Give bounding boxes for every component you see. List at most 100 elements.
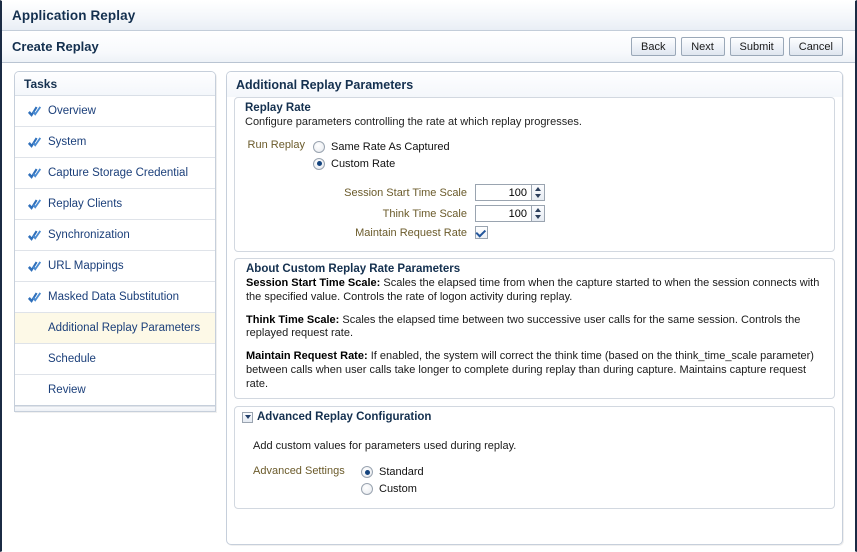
about-paragraph: Maintain Request Rate: If enabled, the s… — [246, 350, 823, 391]
maintain-request-rate-checkbox[interactable] — [475, 226, 488, 239]
chevron-up-icon[interactable] — [532, 206, 544, 214]
tasks-panel: Tasks Overview System Capture Storage Cred… — [14, 71, 216, 412]
advanced-section-title: Advanced Replay Configuration — [257, 411, 432, 424]
sidebar-item-review[interactable]: Review — [15, 375, 215, 406]
app-title-bar: Application Replay — [2, 1, 855, 31]
replay-rate-form: Run Replay Same Rate As Captured Custom R… — [235, 132, 834, 251]
chevron-down-icon[interactable] — [532, 193, 544, 201]
session-start-time-scale-input[interactable] — [475, 184, 532, 201]
submit-button[interactable]: Submit — [729, 37, 784, 56]
back-button[interactable]: Back — [631, 37, 676, 56]
about-paragraph-term: Maintain Request Rate: — [246, 350, 368, 362]
about-paragraph: Session Start Time Scale: Scales the ela… — [246, 277, 823, 305]
main-panel-body: Replay Rate Configure parameters control… — [227, 97, 842, 544]
session-start-time-scale-stepper[interactable] — [475, 184, 545, 201]
replay-rate-section: Replay Rate Configure parameters control… — [234, 97, 835, 252]
advanced-settings-option-custom[interactable]: Custom — [361, 481, 424, 498]
maintain-request-rate-label: Maintain Request Rate — [355, 226, 467, 239]
scale-fields: Session Start Time Scale Think Time Scale… — [245, 184, 824, 239]
advanced-settings-row: Advanced Settings Standard Custom — [253, 464, 834, 498]
sidebar-item-schedule[interactable]: Schedule — [15, 344, 215, 375]
sidebar-item-system[interactable]: System — [15, 127, 215, 158]
sidebar-item-additional-replay-parameters[interactable]: Additional Replay Parameters — [15, 313, 215, 344]
tasks-panel-footer — [15, 406, 215, 411]
think-time-scale-input[interactable] — [475, 205, 532, 222]
application-window: Application Replay Create Replay Back Nex… — [0, 0, 857, 552]
main-panel-title: Additional Replay Parameters — [236, 77, 414, 92]
page-title-bar: Create Replay Back Next Submit Cancel — [2, 31, 855, 63]
sidebar-item-label: Overview — [48, 105, 96, 117]
radio-button-icon[interactable] — [361, 466, 373, 479]
content-area: Tasks Overview System Capture Storage Cred… — [2, 63, 855, 552]
sidebar-item-url-mappings[interactable]: URL Mappings — [15, 251, 215, 282]
sidebar-item-label: System — [48, 136, 87, 148]
radio-button-icon[interactable] — [361, 483, 373, 496]
about-paragraph: Think Time Scale: Scales the elapsed tim… — [246, 314, 823, 342]
checkmark-icon — [27, 105, 42, 118]
replay-rate-title: Replay Rate — [245, 102, 311, 114]
run-replay-option-same-rate-as-captured[interactable]: Same Rate As Captured — [313, 138, 450, 155]
think-time-scale-label: Think Time Scale — [382, 207, 467, 220]
checkmark-icon — [27, 167, 42, 180]
sidebar-item-masked-data-substitution[interactable]: Masked Data Substitution — [15, 282, 215, 313]
think-time-scale-row: Think Time Scale — [245, 205, 824, 222]
sidebar-item-label: Capture Storage Credential — [48, 167, 188, 179]
run-replay-row: Run Replay Same Rate As Captured Custom R… — [245, 138, 824, 172]
sidebar-item-label: Synchronization — [48, 229, 130, 241]
checkmark-icon — [27, 291, 42, 304]
run-replay-label: Run Replay — [247, 139, 305, 151]
sidebar-item-capture-storage-credential[interactable]: Capture Storage Credential — [15, 158, 215, 189]
session-start-time-scale-label: Session Start Time Scale — [344, 186, 467, 199]
chevron-down-icon[interactable] — [242, 411, 253, 423]
radio-button-icon[interactable] — [313, 157, 325, 170]
advanced-settings-label: Advanced Settings — [253, 464, 345, 477]
advanced-settings-radio-group: Standard Custom — [361, 464, 424, 498]
sidebar-item-overview[interactable]: Overview — [15, 96, 215, 127]
radio-label: Custom Rate — [331, 157, 396, 170]
cancel-button[interactable]: Cancel — [788, 37, 843, 56]
checkmark-icon — [27, 136, 42, 149]
wizard-button-group: Back Next Submit Cancel — [631, 37, 843, 56]
chevron-up-icon[interactable] — [532, 185, 544, 193]
run-replay-option-custom-rate[interactable]: Custom Rate — [313, 155, 450, 172]
next-button[interactable]: Next — [680, 37, 725, 56]
checkmark-icon — [27, 260, 42, 273]
app-title: Application Replay — [12, 8, 136, 23]
tasks-panel-header: Tasks — [15, 72, 215, 96]
radio-label: Custom — [379, 483, 417, 496]
advanced-description: Add custom values for parameters used du… — [253, 440, 517, 453]
sidebar-item-label: Masked Data Substitution — [48, 291, 180, 303]
sidebar-item-label: Additional Replay Parameters — [48, 322, 201, 334]
advanced-section-body: Add custom values for parameters used du… — [235, 425, 834, 507]
replay-rate-description: Configure parameters controlling the rat… — [245, 116, 582, 128]
maintain-request-rate-row: Maintain Request Rate — [245, 226, 824, 239]
advanced-settings-option-standard[interactable]: Standard — [361, 464, 424, 481]
sidebar-item-synchronization[interactable]: Synchronization — [15, 220, 215, 251]
tasks-header-label: Tasks — [24, 76, 58, 91]
think-time-scale-stepper[interactable] — [475, 205, 545, 222]
sidebar-item-label: Replay Clients — [48, 198, 123, 210]
sidebar-item-replay-clients[interactable]: Replay Clients — [15, 189, 215, 220]
chevron-down-icon[interactable] — [532, 214, 544, 222]
about-paragraph-term: Session Start Time Scale: — [246, 277, 381, 289]
about-box-title: About Custom Replay Rate Parameters — [246, 263, 461, 275]
session-start-time-scale-spinner-buttons[interactable] — [532, 184, 545, 201]
main-panel-header: Additional Replay Parameters — [227, 72, 842, 97]
advanced-section-header: Advanced Replay Configuration — [235, 407, 834, 425]
radio-button-icon[interactable] — [313, 140, 325, 153]
session-start-time-scale-row: Session Start Time Scale — [245, 184, 824, 201]
radio-label: Same Rate As Captured — [331, 140, 450, 153]
about-box-paragraphs: Session Start Time Scale: Scales the ela… — [246, 277, 823, 391]
think-time-scale-spinner-buttons[interactable] — [532, 205, 545, 222]
run-replay-radio-group: Same Rate As Captured Custom Rate — [313, 138, 450, 172]
tasks-list: Overview System Capture Storage Credential… — [15, 96, 215, 406]
checkmark-icon — [27, 229, 42, 242]
about-custom-replay-rate-box: About Custom Replay Rate Parameters Sess… — [234, 258, 835, 400]
radio-label: Standard — [379, 466, 424, 479]
main-panel: Additional Replay Parameters Replay Rate… — [226, 71, 843, 545]
sidebar-item-label: URL Mappings — [48, 260, 124, 272]
about-paragraph-term: Think Time Scale: — [246, 313, 340, 326]
sidebar-item-label: Review — [48, 384, 86, 396]
checkmark-icon — [27, 198, 42, 211]
advanced-replay-configuration-section: Advanced Replay Configuration Add custom… — [234, 406, 835, 509]
